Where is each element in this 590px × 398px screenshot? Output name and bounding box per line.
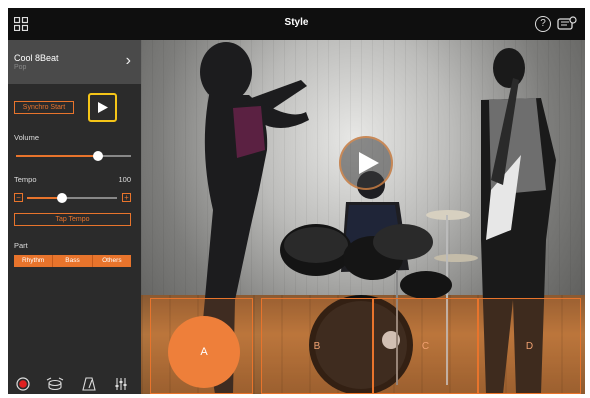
app-window: Style ? Cool 8Beat Pop › Synchro Start V… [8, 8, 585, 394]
volume-slider-knob[interactable] [93, 151, 103, 161]
bottom-toolbar [8, 374, 141, 394]
pad-d[interactable]: D [478, 298, 581, 394]
tempo-slider-knob[interactable] [57, 193, 67, 203]
top-bar: Style ? [8, 8, 585, 40]
center-play-button[interactable] [339, 136, 393, 190]
band-photo-area: B C D A [141, 40, 585, 394]
help-icon[interactable]: ? [535, 16, 551, 32]
style-selector[interactable]: Cool 8Beat Pop › [8, 40, 141, 84]
play-button[interactable] [88, 93, 117, 122]
volume-slider-track[interactable] [99, 155, 131, 157]
tempo-plus-button[interactable]: + [122, 193, 131, 202]
tap-tempo-button[interactable]: Tap Tempo [14, 213, 131, 226]
style-name: Cool 8Beat [14, 53, 59, 63]
play-icon [359, 152, 379, 174]
part-others-button[interactable]: Others [92, 255, 131, 267]
pad-b-label: B [313, 341, 321, 352]
drum-icon[interactable] [46, 377, 64, 391]
mixer-icon[interactable] [114, 377, 128, 391]
play-icon [98, 102, 108, 113]
sidebar: Cool 8Beat Pop › Synchro Start Volume Te… [8, 40, 141, 394]
tempo-slider-track[interactable] [62, 197, 117, 199]
pad-b[interactable]: B [261, 298, 373, 394]
pad-c-label: C [421, 341, 430, 352]
part-rhythm-button[interactable]: Rhythm [14, 255, 54, 267]
part-selector: Rhythm Bass Others [14, 255, 131, 267]
synchro-start-button[interactable]: Synchro Start [14, 101, 74, 114]
record-icon[interactable] [16, 377, 30, 391]
tempo-value: 100 [118, 175, 131, 184]
volume-slider-fill [16, 155, 99, 157]
page-title: Style [284, 17, 309, 28]
part-label: Part [14, 241, 28, 250]
style-genre: Pop [14, 64, 27, 71]
pad-d-label: D [525, 341, 534, 352]
chevron-right-icon: › [125, 52, 131, 69]
volume-label: Volume [14, 133, 40, 142]
pad-c[interactable]: C [373, 298, 478, 394]
tempo-minus-button[interactable]: − [14, 193, 23, 202]
part-bass-button[interactable]: Bass [53, 255, 93, 267]
tempo-label: Tempo [14, 175, 37, 184]
settings-icon[interactable] [557, 16, 577, 32]
pad-a-button[interactable]: A [168, 316, 240, 388]
metronome-icon[interactable] [82, 377, 96, 391]
